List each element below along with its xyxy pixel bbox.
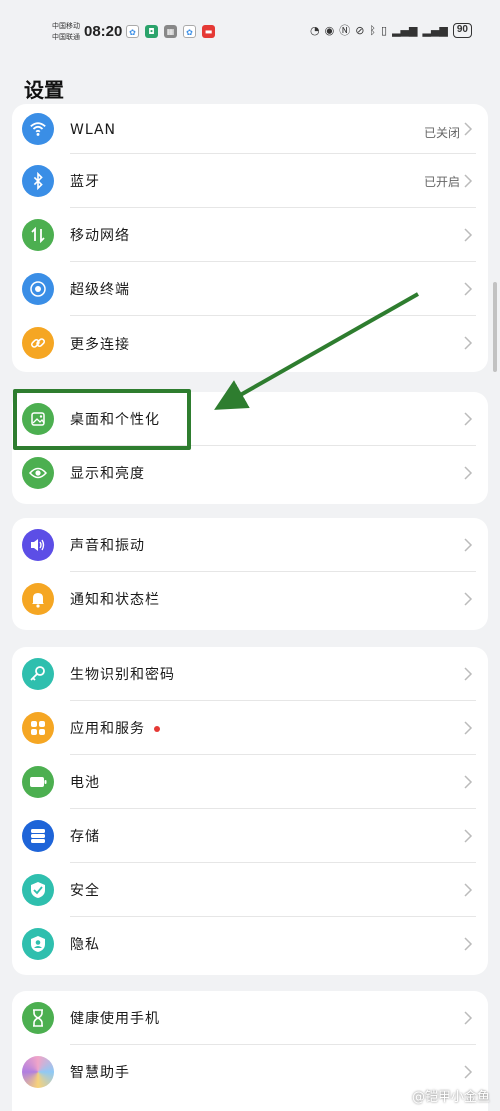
annotation-arrow xyxy=(214,292,419,410)
watermark: @铠甲小金鱼 xyxy=(411,1090,490,1105)
scrollbar[interactable] xyxy=(493,282,497,372)
